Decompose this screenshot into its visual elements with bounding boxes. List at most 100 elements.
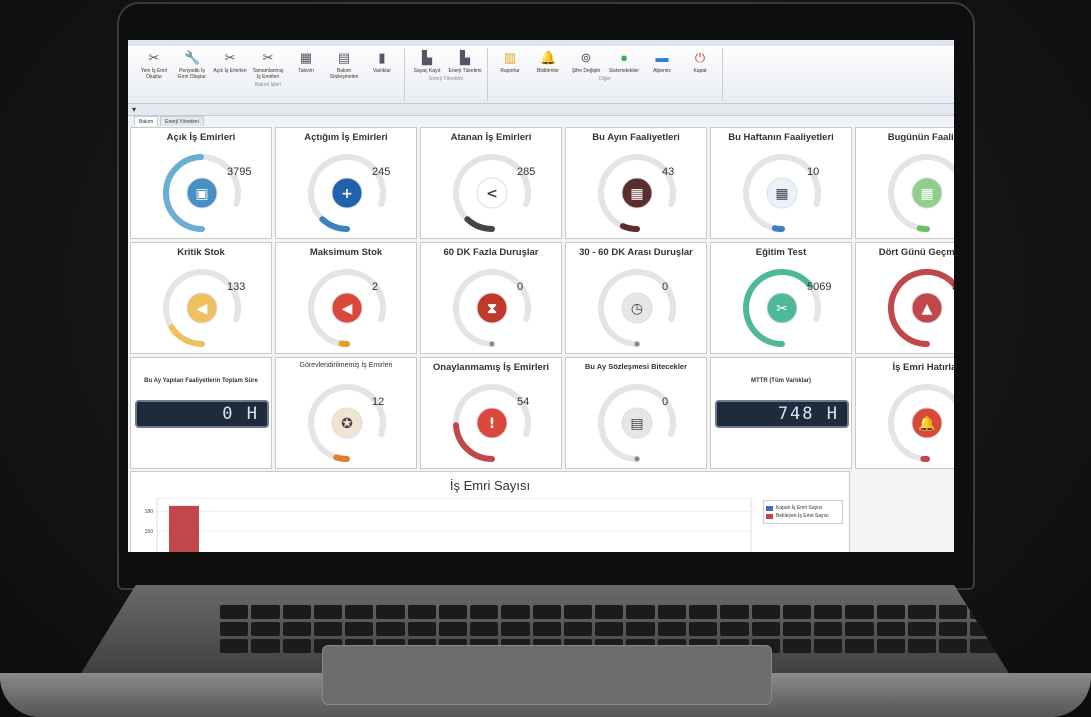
calendar-icon: ▦ <box>299 50 313 65</box>
power-icon: ⏻ <box>694 50 706 65</box>
dashboard-tile[interactable]: Görevlendirilmemiş İş Emirleri ✪ 12 <box>275 357 417 469</box>
dashboard-tile[interactable]: MTTR (Tüm Varlıklar) 748 H <box>710 357 852 469</box>
dashboard-tile[interactable]: İş Emri Hatırlat 🔔 <box>855 357 954 469</box>
ribbon-button[interactable]: 🔧 Periyodik İş Emri Oluştur <box>174 48 210 80</box>
tile-title: Atanan İş Emirleri <box>450 132 532 143</box>
keyboard-key <box>751 622 780 636</box>
keyboard-key <box>220 622 249 636</box>
alert-icon-glyph: ! <box>489 416 495 432</box>
keyboard-key <box>689 622 718 636</box>
gauge: ◀ <box>163 269 241 347</box>
dashboard-tile[interactable]: Açık İş Emirleri ▣ 3795 <box>130 127 272 239</box>
keyboard-key <box>657 622 687 636</box>
dropdown-icon[interactable]: ▾ <box>132 105 136 114</box>
keyboard-key <box>251 639 280 653</box>
dashboard-tile[interactable]: Bu Ay Sözleşmesi Bitecekler ▤ 0 <box>565 357 707 469</box>
ribbon-button[interactable]: ✂ Açık İş Emirleri <box>212 48 248 80</box>
ribbon-group-label: Bakım İşleri <box>254 82 282 88</box>
ribbon-button[interactable]: ▬ Alpemix <box>644 48 680 74</box>
tab-energy[interactable]: Enerji Yönetimi <box>160 116 204 126</box>
ribbon-button-label: Enerji Tüketimi <box>448 68 482 74</box>
keyboard-key <box>689 605 718 619</box>
tile-value: 0 <box>662 396 669 408</box>
keyboard-key <box>751 605 780 619</box>
dashboard-tile[interactable]: Bu Ay Yapılan Faaliyetlerin Toplam Süre 0… <box>130 357 272 469</box>
keyboard-key <box>845 622 874 636</box>
ribbon-button[interactable]: ▙ Sayaç Kayıt <box>409 48 445 74</box>
keyboard-key <box>970 605 999 619</box>
document-icon-glyph: ▤ <box>630 416 643 432</box>
dashboard-tile[interactable]: Bugünün Faaliye ▦ <box>855 127 954 239</box>
document-icon: ▤ <box>337 50 351 65</box>
tile-value: 285 <box>517 166 536 178</box>
keyboard-key <box>939 605 968 619</box>
clipboard-icon-glyph: ▣ <box>195 186 208 202</box>
dashboard-tile[interactable]: Dört Günü Geçmiş İş ▲ 3 <box>855 242 954 354</box>
keyboard-key <box>1001 605 1010 619</box>
tile-title: Onaylanmamış İş Emirleri <box>432 362 550 373</box>
dashboard-tile[interactable]: Bu Ayın Faaliyetleri ▦ 43 <box>565 127 707 239</box>
dashboard-tile[interactable]: 30 - 60 DK Arası Duruşlar ◷ 0 <box>565 242 707 354</box>
y-tick-label: 180 <box>145 509 154 515</box>
ribbon-button[interactable]: ▙ Enerji Tüketimi <box>447 48 483 74</box>
megaphone-icon-glyph: ◀ <box>197 301 208 317</box>
work-order-chart: İş Emri Sayısı 150 180 Kapalı İş Emri Say… <box>130 471 850 552</box>
legend-label: Bekleyen İş Emri Sayısı <box>776 513 829 519</box>
dashboard-tile[interactable]: Açtığım İş Emirleri +245 <box>275 127 417 239</box>
ribbon-group: ▙ Sayaç Kayıt ▙ Enerji Tüketimi Enerji Yönet… <box>405 48 488 101</box>
gauge: ✂ <box>743 269 821 347</box>
tile-title: Bu Haftanın Faaliyetleri <box>728 132 834 143</box>
ribbon-button[interactable]: 🔔 Bildirimler <box>530 48 566 74</box>
keyboard-key <box>220 605 249 619</box>
keyboard-key <box>282 622 311 636</box>
ribbon-button[interactable]: ● Sistemdekiler <box>606 48 642 74</box>
document-tabs: Bakım Enerji Yönetimi <box>128 116 954 126</box>
ribbon-button[interactable]: ✂ Yeni İş Emri Oluştur <box>136 48 172 80</box>
tile-value: 10 <box>807 166 820 178</box>
keyboard-key <box>782 639 812 653</box>
chart-plot: 150 180 <box>145 498 752 552</box>
megaphone-icon-glyph: ◀ <box>342 301 353 317</box>
gauge-fill <box>634 341 640 347</box>
ribbon-button[interactable]: ⊚ Şifre Değiştir <box>568 48 604 74</box>
dashboard-tile[interactable]: Bu Haftanın Faaliyetleri ▦ 10 <box>710 127 852 239</box>
ribbon-button[interactable]: ▥ Raporlar <box>492 48 528 74</box>
dashboard-tile[interactable]: Onaylanmamış İş Emirleri! 54 <box>420 357 562 469</box>
led-display: 748 H <box>715 400 849 428</box>
chart-title: İş Emri Sayısı <box>449 478 531 493</box>
keyboard-key <box>1001 622 1010 636</box>
tile-title: Maksimum Stok <box>309 247 383 258</box>
laptop-base <box>0 575 1091 717</box>
tools-icon-glyph: ✂ <box>776 301 788 317</box>
ribbon-button[interactable]: ⏻ Kapat <box>682 48 718 74</box>
share-icon-glyph: < <box>486 186 498 202</box>
dashboard-tile[interactable]: Kritik Stok ◀ 133 <box>130 242 272 354</box>
keyboard-key <box>814 639 843 653</box>
tile-title: Bugünün Faaliye <box>887 132 954 143</box>
tile-title: Görevlendirilmemiş İş Emirleri <box>299 362 393 369</box>
ribbon-button[interactable]: ▮ Varlıklar <box>364 48 400 80</box>
keyboard-key <box>876 622 905 636</box>
app-window: ✂ Yeni İş Emri Oluştur 🔧 Periyodik İş Emri … <box>128 40 954 552</box>
ribbon-button[interactable]: ▦ Takvim <box>288 48 324 80</box>
gauge-fill <box>634 456 640 462</box>
keyboard-key <box>313 605 343 619</box>
tab-maintenance[interactable]: Bakım <box>134 116 159 126</box>
chart-icon: ▥ <box>503 50 517 65</box>
ribbon-button[interactable]: ✂ Tamamlanmış İş Emirleri <box>250 48 286 80</box>
gauge: ▲ <box>888 269 954 347</box>
dashboard-tile[interactable]: Maksimum Stok ◀ 2 <box>275 242 417 354</box>
dashboard-tile[interactable]: Eğitim Test ✂ 5069 <box>710 242 852 354</box>
keyboard-key <box>876 605 905 619</box>
dashboard-tile[interactable]: 60 DK Fazla Duruşlar ⧗ 0 <box>420 242 562 354</box>
monitor-icon: ▬ <box>655 50 669 65</box>
tile-value: 5069 <box>807 281 832 293</box>
gauge-fill <box>489 341 495 347</box>
keyboard-key <box>595 622 624 636</box>
calendar-icon-glyph: ▦ <box>630 186 643 202</box>
keyboard-key <box>501 622 530 636</box>
keyboard-key <box>563 622 593 636</box>
tile-title: Açtığım İş Emirleri <box>304 132 388 143</box>
dashboard-tile[interactable]: Atanan İş Emirleri <285 <box>420 127 562 239</box>
ribbon-button[interactable]: ▤ Bakım Sözleşmeleri <box>326 48 362 80</box>
